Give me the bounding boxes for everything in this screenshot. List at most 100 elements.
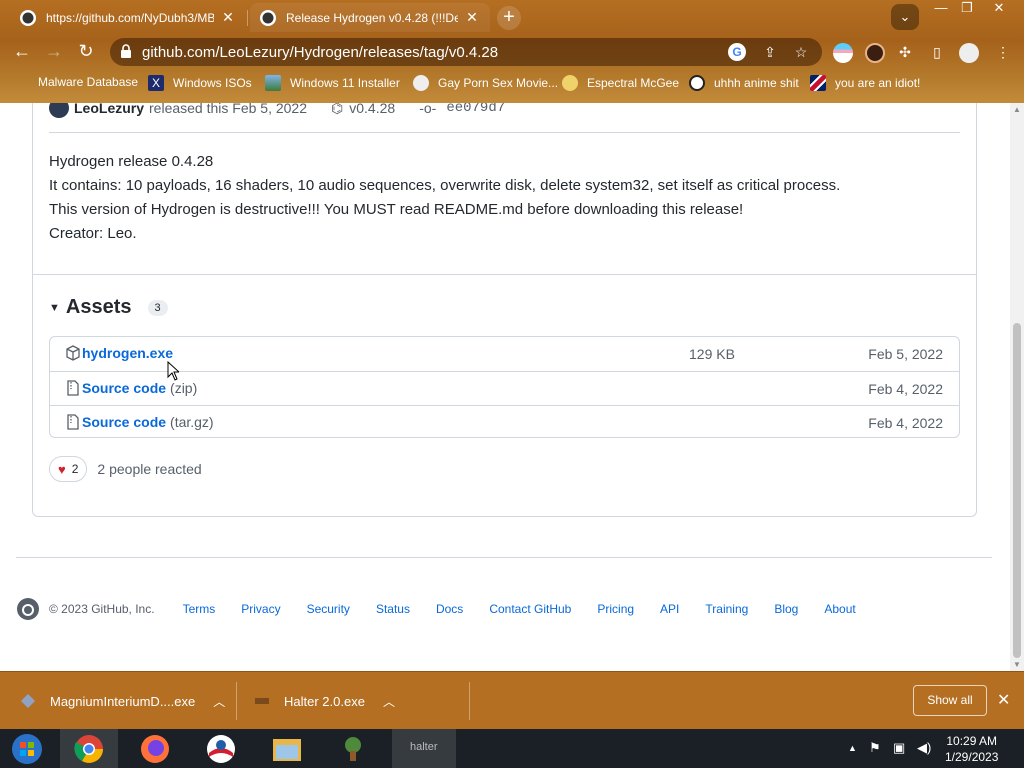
close-tab-icon[interactable]: ✕ (220, 9, 236, 26)
commit-link[interactable]: ee079d7 (446, 103, 505, 116)
asset-size: 129 KB (689, 346, 735, 362)
extensions-puzzle-icon[interactable]: ✣ (896, 43, 914, 61)
flag-extension-icon[interactable] (833, 43, 853, 63)
assets-list: hydrogen.exe 129 KB Feb 5, 2022 Source c… (49, 336, 960, 438)
network-icon[interactable]: ▣ (893, 740, 905, 756)
release-card: LeoLezury released this Feb 5, 2022 ⌬ v0… (32, 103, 977, 517)
close-tab-icon[interactable]: ✕ (464, 9, 480, 26)
scroll-down-icon[interactable]: ▼ (1013, 660, 1021, 669)
plant-icon (345, 737, 361, 761)
bookmark-you-are-an-idiot[interactable]: you are an idiot! (810, 75, 920, 91)
chevron-up-icon[interactable]: ︿ (213, 693, 225, 710)
footer-link-training[interactable]: Training (705, 602, 748, 616)
downloads-bar: MagniumInteriumD....exe ︿ Halter 2.0.exe… (0, 671, 1024, 729)
tag-link[interactable]: v0.4.28 (349, 103, 395, 116)
bookmark-icon (413, 75, 429, 91)
bookmark-espectral-mcgee[interactable]: Espectral McGee (562, 75, 679, 91)
release-notes-line: Creator: Leo. (49, 225, 137, 242)
side-panel-icon[interactable]: ▯ (928, 43, 946, 61)
footer-link-security[interactable]: Security (307, 602, 350, 616)
asset-date: Feb 4, 2022 (868, 415, 943, 431)
author-avatar[interactable] (49, 103, 69, 118)
forward-arrow-icon[interactable]: → (42, 40, 66, 64)
scrollbar-thumb[interactable] (1013, 323, 1021, 658)
tag-icon: ⌬ (331, 103, 344, 116)
chevron-up-icon[interactable]: ︿ (383, 693, 395, 710)
firefox-icon (141, 735, 169, 763)
taskbar-clock[interactable]: 10:29 AM 1/29/2023 (945, 733, 998, 765)
tab-github-mb[interactable]: https://github.com/NyDubh3/MB ✕ (10, 3, 246, 32)
asset-ext: (tar.gz) (170, 414, 214, 430)
close-window-icon[interactable]: ✕ (984, 0, 1014, 18)
github-logo-icon[interactable] (16, 597, 40, 621)
bookmark-windows-isos[interactable]: X Windows ISOs (148, 75, 252, 91)
x-icon: X (148, 75, 164, 91)
taskbar-firefox[interactable] (126, 729, 184, 768)
reaction-count: 2 (71, 462, 79, 476)
caret-down-icon: ▼ (49, 301, 60, 314)
profile-extension-icon[interactable] (865, 43, 885, 63)
asset-row-source-zip: Source code (zip) Feb 4, 2022 (50, 371, 959, 405)
taskbar-plant-app[interactable] (324, 729, 382, 768)
share-icon[interactable]: ⇪ (761, 43, 779, 61)
taskbar-app[interactable] (192, 729, 250, 768)
release-notes: Hydrogen release 0.4.28 It contains: 10 … (49, 150, 840, 246)
back-arrow-icon[interactable]: ← (10, 40, 34, 64)
bookmark-label: Espectral McGee (587, 76, 680, 90)
page-scrollbar[interactable]: ▲ ▼ (1010, 103, 1024, 671)
bookmark-star-icon[interactable]: ☆ (792, 43, 810, 61)
assets-toggle[interactable]: ▼ Assets 3 (49, 296, 168, 319)
footer-link-docs[interactable]: Docs (436, 602, 463, 616)
bookmark-movie[interactable]: Gay Porn Sex Movie... (413, 75, 558, 91)
footer-link-privacy[interactable]: Privacy (241, 602, 280, 616)
download-item[interactable]: MagniumInteriumD....exe ︿ (20, 672, 225, 730)
windows-taskbar: halter ▲ ⚑ ▣ ◀) 10:29 AM 1/29/2023 (0, 729, 1024, 768)
author-link[interactable]: LeoLezury (74, 103, 144, 116)
volume-icon[interactable]: ◀) (917, 740, 931, 756)
menu-kebab-icon[interactable]: ⋮ (994, 43, 1012, 61)
asset-link[interactable]: hydrogen.exe (82, 345, 173, 361)
start-button[interactable] (0, 729, 54, 768)
footer-link-about[interactable]: About (824, 602, 855, 616)
new-tab-button[interactable]: + (497, 6, 521, 30)
bookmark-malware-database[interactable]: Malware Database (38, 75, 138, 89)
footer-link-status[interactable]: Status (376, 602, 410, 616)
close-downloads-icon[interactable]: ✕ (997, 690, 1010, 710)
bookmark-anime[interactable]: uhhh anime shit (689, 75, 799, 91)
account-avatar-icon[interactable] (959, 43, 979, 63)
asset-link[interactable]: Source code (tar.gz) (82, 414, 214, 430)
bookmark-label: you are an idiot! (835, 76, 921, 90)
taskbar-chrome[interactable] (60, 729, 118, 768)
tray-overflow-icon[interactable]: ▲ (848, 743, 857, 753)
asset-name: hydrogen.exe (82, 345, 174, 361)
copyright: © 2023 GitHub, Inc. (49, 602, 155, 616)
show-all-downloads-button[interactable]: Show all (913, 685, 987, 716)
reload-icon[interactable]: ↻ (74, 40, 98, 64)
heart-reaction-button[interactable]: ♥ 2 (49, 456, 88, 482)
restore-window-icon[interactable]: ❐ (952, 0, 982, 18)
tab-search-button[interactable]: ⌄ (891, 4, 919, 30)
tab-release-hydrogen[interactable]: Release Hydrogen v0.4.28 (!!!Dest ✕ (250, 3, 490, 32)
release-notes-line: Hydrogen release 0.4.28 (49, 153, 214, 170)
footer-link-pricing[interactable]: Pricing (597, 602, 634, 616)
taskbar-halter[interactable]: halter (392, 729, 456, 768)
divider (236, 682, 237, 720)
footer-link-blog[interactable]: Blog (774, 602, 798, 616)
footer-link-contact[interactable]: Contact GitHub (489, 602, 571, 616)
divider (49, 132, 960, 133)
tab-title: https://github.com/NyDubh3/MB (46, 10, 214, 25)
google-lens-icon[interactable]: G (728, 43, 746, 61)
asset-link[interactable]: Source code (zip) (82, 380, 197, 396)
address-bar[interactable]: github.com/LeoLezury/Hydrogen/releases/t… (110, 38, 822, 66)
bookmark-windows-11-installer[interactable]: Windows 11 Installer (265, 75, 400, 91)
download-item[interactable]: Halter 2.0.exe ︿ (254, 672, 395, 730)
scroll-up-icon[interactable]: ▲ (1013, 105, 1021, 114)
action-center-flag-icon[interactable]: ⚑ (869, 740, 881, 756)
tab-title: Release Hydrogen v0.4.28 (!!!Dest (286, 10, 458, 25)
footer-link-terms[interactable]: Terms (183, 602, 216, 616)
taskbar-file-explorer[interactable] (258, 729, 316, 768)
download-filename: Halter 2.0.exe (284, 693, 365, 709)
footer-link-api[interactable]: API (660, 602, 679, 616)
asset-date: Feb 4, 2022 (868, 381, 943, 397)
asset-row-hydrogen-exe: hydrogen.exe 129 KB Feb 5, 2022 (50, 337, 959, 371)
